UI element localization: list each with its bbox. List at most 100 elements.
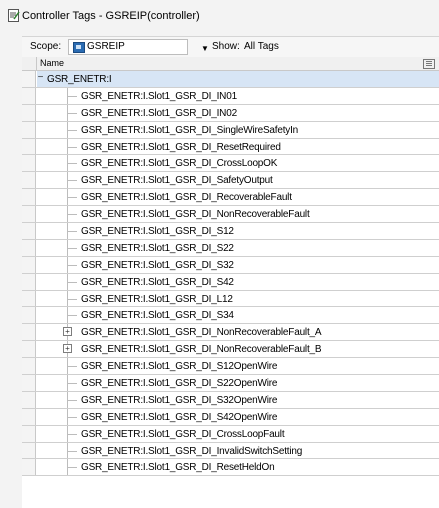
tag-name: GSR_ENETR:I (47, 74, 112, 85)
table-row[interactable]: GSR_ENETR:I.Slot1_GSR_DI_ResetRequired (22, 138, 439, 156)
expand-icon[interactable]: + (63, 344, 72, 354)
table-row[interactable]: GSR_ENETR:I.Slot1_GSR_DI_S32OpenWire (22, 391, 439, 409)
table-row[interactable]: GSR_ENETR:I.Slot1_GSR_DI_S32 (22, 256, 439, 274)
tags-grid: Name − GSR_ENETR:I GSR_ENETR:I.Slot1_GSR_D… (22, 57, 439, 508)
tree-branch (67, 214, 77, 216)
collapse-icon[interactable]: − (37, 73, 44, 83)
table-row[interactable]: GSR_ENETR:I.Slot1_GSR_DI_IN02 (22, 104, 439, 122)
row-selector[interactable] (22, 87, 36, 104)
name-cell[interactable]: GSR_ENETR:I.Slot1_GSR_DI_SingleWireSafet… (37, 121, 439, 138)
row-selector[interactable] (22, 189, 36, 206)
tree-branch (67, 450, 77, 452)
table-row[interactable]: GSR_ENETR:I.Slot1_GSR_DI_S12 (22, 223, 439, 240)
tag-name: GSR_ENETR:I.Slot1_GSR_DI_InvalidSwitchSe… (81, 445, 303, 457)
name-cell[interactable]: GSR_ENETR:I.Slot1_GSR_DI_ResetHeldOn (37, 459, 439, 476)
column-options-icon[interactable] (423, 59, 435, 69)
tag-name: GSR_ENETR:I.Slot1_GSR_DI_S22 (81, 242, 234, 254)
table-row[interactable]: GSR_ENETR:I.Slot1_GSR_DI_S12OpenWire (22, 358, 439, 376)
name-cell[interactable]: + GSR_ENETR:I.Slot1_GSR_DI_NonRecoverable… (37, 324, 439, 341)
name-cell[interactable]: GSR_ENETR:I.Slot1_GSR_DI_S12OpenWire (37, 358, 439, 375)
show-filter[interactable]: All Tags (244, 41, 279, 52)
table-row[interactable]: GSR_ENETR:I.Slot1_GSR_DI_RecoverableFaul… (22, 189, 439, 207)
name-cell[interactable]: GSR_ENETR:I.Slot1_GSR_DI_ResetRequired (37, 138, 439, 155)
name-cell[interactable]: GSR_ENETR:I.Slot1_GSR_DI_SafetyOutput (37, 172, 439, 189)
tree-branch (67, 95, 77, 97)
row-selector[interactable] (22, 408, 36, 425)
name-cell[interactable]: − GSR_ENETR:I (37, 71, 439, 87)
table-row[interactable]: GSR_ENETR:I.Slot1_GSR_DI_S42OpenWire (22, 408, 439, 426)
table-row[interactable]: GSR_ENETR:I.Slot1_GSR_DI_CrossLoopOK (22, 155, 439, 173)
row-selector[interactable] (22, 138, 36, 155)
row-selector[interactable] (22, 206, 36, 223)
name-cell[interactable]: GSR_ENETR:I.Slot1_GSR_DI_S22 (37, 239, 439, 256)
tree-branch (67, 112, 77, 114)
scope-select[interactable]: GSREIP ▼ (68, 39, 209, 55)
table-row[interactable]: GSR_ENETR:I.Slot1_GSR_DI_S42 (22, 273, 439, 291)
expand-icon[interactable]: + (63, 327, 72, 337)
row-selector[interactable] (22, 290, 36, 307)
table-row[interactable]: GSR_ENETR:I.Slot1_GSR_DI_SingleWireSafet… (22, 121, 439, 139)
tag-name: GSR_ENETR:I.Slot1_GSR_DI_IN02 (81, 107, 237, 119)
name-cell[interactable]: GSR_ENETR:I.Slot1_GSR_DI_L12 (37, 290, 439, 307)
chevron-down-icon[interactable]: ▼ (201, 44, 209, 53)
row-selector[interactable] (22, 375, 36, 391)
column-header-name[interactable]: Name (40, 58, 64, 68)
table-row[interactable]: GSR_ENETR:I.Slot1_GSR_DI_NonRecoverableF… (22, 206, 439, 224)
name-cell[interactable]: + GSR_ENETR:I.Slot1_GSR_DI_NonRecoverable… (37, 341, 439, 358)
table-row[interactable]: GSR_ENETR:I.Slot1_GSR_DI_ResetHeldOn (22, 459, 439, 477)
name-cell[interactable]: GSR_ENETR:I.Slot1_GSR_DI_IN02 (37, 104, 439, 121)
row-selector[interactable] (22, 341, 36, 358)
row-selector[interactable] (22, 391, 36, 408)
tree-branch (67, 315, 77, 317)
name-cell[interactable]: GSR_ENETR:I.Slot1_GSR_DI_IN01 (37, 87, 439, 104)
row-selector[interactable] (22, 239, 36, 256)
name-cell[interactable]: GSR_ENETR:I.Slot1_GSR_DI_CrossLoopFault (37, 425, 439, 442)
tree-branch (67, 247, 77, 249)
tag-name: GSR_ENETR:I.Slot1_GSR_DI_NonRecoverableF… (81, 209, 310, 221)
row-selector[interactable] (22, 358, 36, 375)
tree-branch (67, 366, 77, 368)
name-cell[interactable]: GSR_ENETR:I.Slot1_GSR_DI_S32OpenWire (37, 391, 439, 408)
tag-name: GSR_ENETR:I.Slot1_GSR_DI_S12OpenWire (81, 361, 278, 373)
name-cell[interactable]: GSR_ENETR:I.Slot1_GSR_DI_InvalidSwitchSe… (37, 442, 439, 459)
row-selector[interactable] (22, 459, 36, 476)
tag-name: GSR_ENETR:I.Slot1_GSR_DI_ResetRequired (81, 141, 281, 153)
row-selector[interactable] (22, 273, 36, 290)
name-cell[interactable]: GSR_ENETR:I.Slot1_GSR_DI_NonRecoverableF… (37, 206, 439, 223)
row-selector[interactable] (22, 172, 36, 189)
name-cell[interactable]: GSR_ENETR:I.Slot1_GSR_DI_S12 (37, 223, 439, 239)
table-row[interactable]: GSR_ENETR:I.Slot1_GSR_DI_IN01 (22, 87, 439, 105)
name-cell[interactable]: GSR_ENETR:I.Slot1_GSR_DI_RecoverableFaul… (37, 189, 439, 206)
row-selector[interactable] (22, 104, 36, 121)
table-row[interactable]: GSR_ENETR:I.Slot1_GSR_DI_InvalidSwitchSe… (22, 442, 439, 460)
table-row[interactable]: GSR_ENETR:I.Slot1_GSR_DI_S22OpenWire (22, 375, 439, 392)
table-row[interactable]: GSR_ENETR:I.Slot1_GSR_DI_S22 (22, 239, 439, 257)
tag-name: GSR_ENETR:I.Slot1_GSR_DI_NonRecoverableF… (81, 327, 322, 339)
row-selector[interactable] (22, 155, 36, 172)
tag-name: GSR_ENETR:I.Slot1_GSR_DI_S32 (81, 259, 234, 271)
table-row[interactable]: GSR_ENETR:I.Slot1_GSR_DI_CrossLoopFault (22, 425, 439, 443)
row-selector[interactable] (22, 256, 36, 273)
name-cell[interactable]: GSR_ENETR:I.Slot1_GSR_DI_S34 (37, 307, 439, 324)
name-cell[interactable]: GSR_ENETR:I.Slot1_GSR_DI_S42 (37, 273, 439, 290)
tag-name: GSR_ENETR:I.Slot1_GSR_DI_S42OpenWire (81, 411, 278, 423)
name-cell[interactable]: GSR_ENETR:I.Slot1_GSR_DI_S22OpenWire (37, 375, 439, 391)
row-selector[interactable] (22, 121, 36, 138)
table-row[interactable]: − GSR_ENETR:I (22, 71, 439, 88)
table-row[interactable]: GSR_ENETR:I.Slot1_GSR_DI_L12 (22, 290, 439, 308)
tag-name: GSR_ENETR:I.Slot1_GSR_DI_IN01 (81, 90, 237, 102)
tree-branch (67, 197, 77, 199)
table-row[interactable]: GSR_ENETR:I.Slot1_GSR_DI_S34 (22, 307, 439, 325)
row-selector[interactable] (22, 425, 36, 442)
row-selector[interactable] (22, 71, 36, 87)
table-row[interactable]: + GSR_ENETR:I.Slot1_GSR_DI_NonRecoverable… (22, 341, 439, 359)
name-cell[interactable]: GSR_ENETR:I.Slot1_GSR_DI_CrossLoopOK (37, 155, 439, 172)
row-selector[interactable] (22, 324, 36, 341)
table-row[interactable]: + GSR_ENETR:I.Slot1_GSR_DI_NonRecoverable… (22, 324, 439, 342)
row-selector[interactable] (22, 442, 36, 459)
table-row[interactable]: GSR_ENETR:I.Slot1_GSR_DI_SafetyOutput (22, 172, 439, 190)
row-selector[interactable] (22, 223, 36, 239)
name-cell[interactable]: GSR_ENETR:I.Slot1_GSR_DI_S32 (37, 256, 439, 273)
row-selector[interactable] (22, 307, 36, 324)
name-cell[interactable]: GSR_ENETR:I.Slot1_GSR_DI_S42OpenWire (37, 408, 439, 425)
